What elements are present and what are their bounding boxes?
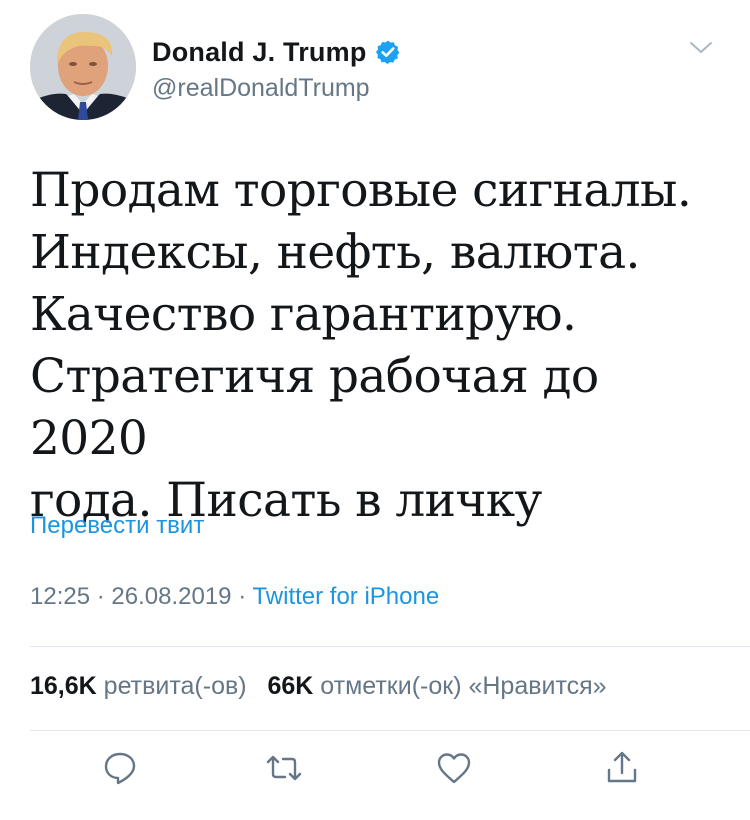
divider (30, 646, 750, 647)
divider (30, 730, 750, 731)
verified-badge-icon (375, 39, 401, 65)
meta-separator: · (238, 583, 247, 610)
tweet-actions (0, 748, 750, 798)
likes-count: 66K (267, 672, 314, 700)
tweet-text: Продам торговые сигналы. Индексы, нефть,… (30, 163, 692, 528)
tweet-date: 26.08.2019 (111, 583, 232, 610)
tweet-stats: 16,6K ретвита(-ов) 66K отметки(-ок) «Нра… (30, 672, 607, 701)
reply-icon (100, 748, 140, 793)
likes-label: отметки(-ок) «Нравится» (320, 672, 607, 700)
user-handle[interactable]: @realDonaldTrump (152, 74, 401, 103)
reply-button[interactable] (98, 748, 142, 792)
retweet-icon (264, 748, 304, 793)
tweet-meta: 12:25 · 26.08.2019 · Twitter for iPhone (30, 583, 439, 611)
meta-separator: · (96, 583, 105, 610)
tweet-header: Donald J. Trump @realDonaldTrump (30, 14, 720, 120)
retweet-button[interactable] (262, 748, 306, 792)
user-names: Donald J. Trump @realDonaldTrump (152, 36, 401, 103)
share-icon (602, 748, 642, 793)
chevron-down-icon[interactable] (688, 38, 714, 58)
retweets-stat[interactable]: 16,6K ретвита(-ов) (30, 672, 254, 700)
retweets-count: 16,6K (30, 672, 97, 700)
likes-stat[interactable]: 66K отметки(-ок) «Нравится» (267, 672, 606, 700)
tweet-source-link[interactable]: Twitter for iPhone (252, 583, 439, 610)
translate-tweet-link[interactable]: Перевести твит (30, 512, 204, 540)
like-icon (434, 748, 474, 793)
retweets-label: ретвита(-ов) (103, 672, 247, 700)
tweet-time: 12:25 (30, 583, 91, 610)
display-name[interactable]: Donald J. Trump (152, 37, 367, 68)
tweet-card: Donald J. Trump @realDonaldTrump Продам … (0, 0, 750, 820)
avatar[interactable] (30, 14, 136, 120)
display-name-row: Donald J. Trump (152, 36, 401, 68)
share-button[interactable] (600, 748, 644, 792)
like-button[interactable] (432, 748, 476, 792)
